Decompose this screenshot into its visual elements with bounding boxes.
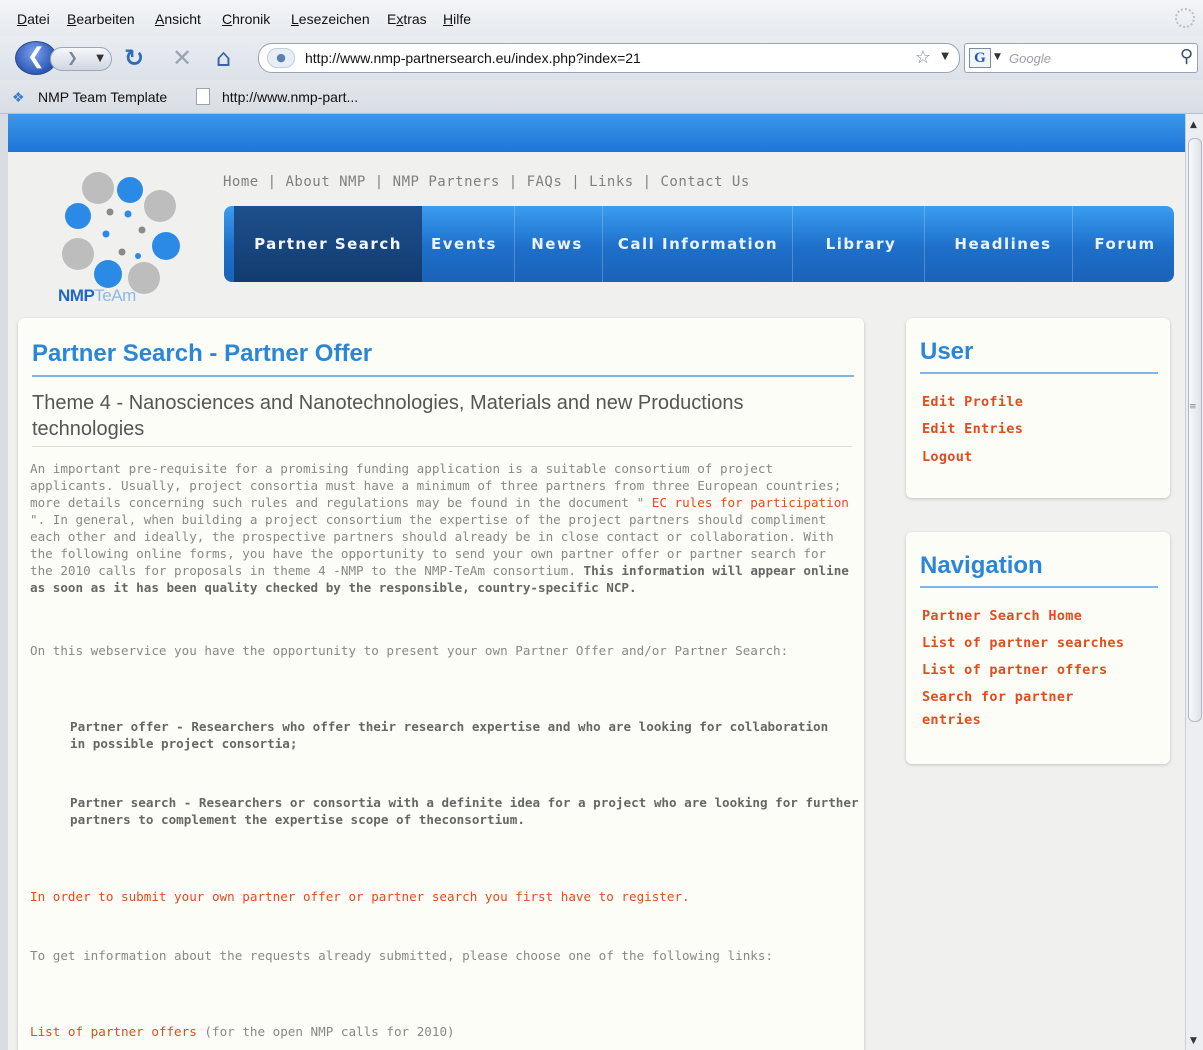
url-bar[interactable]: ● http://www.nmp-partnersearch.eu/index.… — [258, 43, 960, 73]
menu-chronik[interactable]: Chronik — [222, 11, 270, 27]
logo-text-nmp: NMP — [58, 286, 95, 305]
bookmark-nmp-team-template[interactable]: NMP Team Template — [38, 89, 167, 105]
search-engine-dropdown-icon[interactable]: ▼ — [994, 52, 1001, 62]
top-links[interactable]: Home | About NMP | NMP Partners | FAQs |… — [223, 174, 750, 190]
bookmarks-toolbar: ❖ NMP Team Template http://www.nmp-part.… — [0, 80, 1203, 114]
scroll-thumb[interactable] — [1188, 138, 1202, 722]
tab-headlines[interactable]: Headlines — [942, 206, 1064, 282]
top-blue-strip — [8, 114, 1185, 152]
menu-ansicht[interactable]: Ansicht — [155, 11, 201, 27]
magnifier-icon[interactable]: ⚲ — [1180, 46, 1193, 67]
stop-icon[interactable]: ✕ — [172, 45, 192, 71]
menu-bearbeiten[interactable]: Bearbeiten — [67, 11, 135, 27]
url-text[interactable]: http://www.nmp-partnersearch.eu/index.ph… — [305, 50, 641, 66]
page-icon — [196, 88, 210, 105]
webservice-paragraph: On this webservice you have the opportun… — [30, 643, 789, 658]
scroll-up-icon[interactable]: ▲ — [1190, 120, 1197, 130]
user-title-rule — [920, 372, 1158, 374]
register-link[interactable]: In order to submit your own partner offe… — [30, 888, 856, 905]
tab-forum[interactable]: Forum — [1080, 206, 1170, 282]
throbber-icon — [1175, 8, 1195, 28]
history-dropdown-icon[interactable]: ▼ — [96, 48, 104, 70]
list-partner-searches-link[interactable]: List of partner searches — [922, 635, 1124, 651]
url-dropdown-icon[interactable]: ▼ — [941, 51, 949, 62]
scroll-grip-icon: ≡ — [1189, 402, 1197, 412]
home-icon[interactable]: ⌂ — [216, 45, 231, 71]
page-title: Partner Search - Partner Offer — [32, 340, 373, 367]
search-input[interactable]: Google — [1009, 51, 1051, 66]
title-rule — [32, 375, 854, 377]
search-engine-icon[interactable]: G — [969, 48, 991, 68]
theme-heading: Theme 4 - Nanosciences and Nanotechnolog… — [32, 392, 744, 440]
scroll-down-icon[interactable]: ▼ — [1190, 1036, 1197, 1046]
edit-profile-link[interactable]: Edit Profile — [922, 394, 1023, 410]
bookmark-star-icon[interactable]: ☆ — [915, 47, 931, 68]
bookmark-nmp-url[interactable]: http://www.nmp-part... — [222, 89, 358, 105]
navigation-panel: Navigation Partner Search Home List of p… — [906, 532, 1170, 764]
partner-search-home-link[interactable]: Partner Search Home — [922, 608, 1082, 624]
list-offers-note: (for the open NMP calls for 2010) — [204, 1024, 455, 1039]
user-title: User — [920, 338, 974, 365]
edit-entries-link[interactable]: Edit Entries — [922, 421, 1023, 437]
site-identity-icon[interactable]: ● — [267, 48, 295, 68]
navigation-title-rule — [920, 586, 1158, 588]
list-partner-offers-side-link[interactable]: List of partner offers — [922, 662, 1107, 678]
partner-offer-item: Partner offer - Researchers who offer th… — [70, 719, 829, 751]
browser-navbar: ❮ ❯ ▼ ↻ ✕ ⌂ ● http://www.nmp-partnersearc… — [0, 36, 1203, 80]
list-partner-offers-link[interactable]: List of partner offers — [30, 1024, 197, 1039]
reload-icon[interactable]: ↻ — [124, 45, 144, 71]
menu-lesezeichen[interactable]: Lesezeichen — [291, 11, 370, 27]
list-offers-row: List of partner offers (for the open NMP… — [30, 1023, 856, 1040]
tab-events[interactable]: Events — [422, 206, 506, 282]
logo-text-team: TeAm — [94, 286, 136, 305]
requests-paragraph: To get information about the requests al… — [30, 948, 774, 963]
bookmark-favicon: ❖ — [12, 89, 25, 105]
main-navigation: Partner Search Events News Call Informat… — [224, 206, 1174, 282]
menu-datei[interactable]: Datei — [17, 11, 50, 27]
tab-library[interactable]: Library — [809, 206, 913, 282]
browser-menubar: Datei Bearbeiten Ansicht Chronik Lesezei… — [0, 0, 1203, 36]
tab-partner-search[interactable]: Partner Search — [234, 206, 422, 282]
main-content-panel: Partner Search - Partner Offer Theme 4 -… — [18, 318, 864, 1050]
menu-extras[interactable]: Extras — [387, 11, 427, 27]
logo-wordmark: NMPTeAm — [58, 286, 136, 306]
search-for-partner-link[interactable]: Search for partner — [922, 689, 1074, 705]
ec-rules-link[interactable]: EC rules for participation — [644, 495, 849, 510]
partner-search-item: Partner search - Researchers or consorti… — [70, 795, 859, 827]
menu-hilfe[interactable]: Hilfe — [443, 11, 471, 27]
page-viewport: NMPTeAm Home | About NMP | NMP Partners … — [8, 114, 1185, 1050]
intro-paragraph: An important pre-requisite for a promisi… — [30, 460, 856, 596]
vertical-scrollbar[interactable]: ▲ ≡ ▼ — [1185, 114, 1203, 1050]
tab-news[interactable]: News — [522, 206, 592, 282]
theme-rule — [32, 446, 852, 447]
search-bar[interactable]: G ▼ Google ⚲ — [964, 43, 1198, 73]
search-for-partner-link-line2[interactable]: entries — [922, 712, 981, 728]
user-panel: User Edit Profile Edit Entries Logout — [906, 318, 1170, 498]
logout-link[interactable]: Logout — [922, 449, 973, 465]
tab-call-information[interactable]: Call Information — [612, 206, 784, 282]
navigation-title: Navigation — [920, 552, 1043, 579]
forward-arrow-icon[interactable]: ❯ ▼ — [50, 47, 112, 71]
